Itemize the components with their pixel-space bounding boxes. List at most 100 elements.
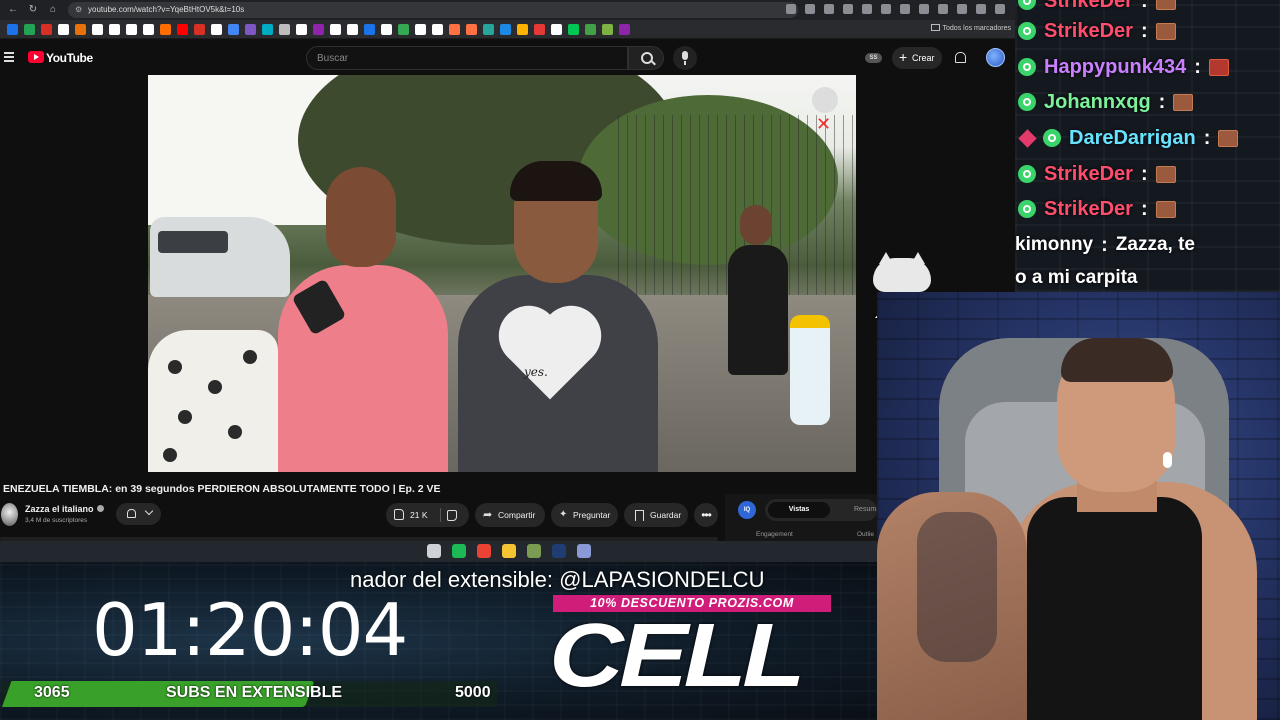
search-button[interactable] [628,46,664,70]
bookmark-icon[interactable] [500,24,511,35]
voice-search-button[interactable] [673,46,697,70]
bookmark-icon[interactable] [143,24,154,35]
chat-username[interactable]: StrikeDer [1044,163,1133,186]
spotify-app-icon[interactable] [452,544,466,558]
share-button[interactable]: Compartir [475,503,545,527]
menu-icon[interactable] [957,4,967,14]
site-info-icon[interactable]: ⚙ [75,2,82,18]
channel-avatar[interactable] [1,503,18,526]
tab-vistas[interactable]: Vistas [768,502,830,518]
bookmark-icon[interactable] [483,24,494,35]
puzzle-icon[interactable] [919,4,929,14]
stream-layout: ← ↻ ⌂ ⚙ youtube.com/watch?v=YqeBtHtOV5k&… [0,0,1280,720]
channel-name-text: Zazza el italiano [25,504,94,514]
create-button[interactable]: Crear [892,46,942,69]
cast-icon[interactable] [805,4,815,14]
bookmark-icon[interactable] [585,24,596,35]
bookmark-icon[interactable] [619,24,630,35]
profile-icon[interactable] [976,4,986,14]
like-count[interactable]: 21 K [410,503,428,527]
all-bookmarks-folder[interactable]: Todos los marcadores [930,23,1011,35]
subscription-bell-button[interactable] [116,503,161,525]
channel-name[interactable]: Zazza el italiano [25,504,104,514]
hamburger-menu-icon[interactable] [4,52,14,64]
bookmark-icon[interactable] [177,24,188,35]
extension-icon[interactable] [881,4,891,14]
bookmark-icon[interactable] [126,24,137,35]
discord-app-icon[interactable] [577,544,591,558]
minecraft-app-icon[interactable] [527,544,541,558]
bookmark-icon[interactable] [602,24,613,35]
bookmark-icon[interactable] [534,24,545,35]
kebab-menu-icon[interactable] [995,4,1005,14]
bookmark-icon[interactable] [551,24,562,35]
bookmark-icon[interactable] [245,24,256,35]
bookmark-icon[interactable] [279,24,290,35]
photoshop-app-icon[interactable] [552,544,566,558]
extension-icon[interactable] [843,4,853,14]
ss-badge[interactable]: SS [865,53,882,63]
chat-username[interactable]: DareDarrigan [1069,127,1196,150]
extension-icon[interactable] [862,4,872,14]
bookmark-icon[interactable] [330,24,341,35]
outlier-label: Outlie [857,531,874,538]
video-player[interactable]: yes. ✕ [148,75,856,472]
bookmark-icon[interactable] [92,24,103,35]
bookmark-icon[interactable] [568,24,579,35]
bookmark-icon[interactable] [449,24,460,35]
home-icon[interactable]: ⌂ [46,3,60,17]
chat-username[interactable]: Happypunk434 [1044,56,1186,79]
more-actions-button[interactable]: ••• [694,503,718,527]
bookmark-icon[interactable] [517,24,528,35]
save-button[interactable]: Guardar [624,503,688,527]
chat-username[interactable]: StrikeDer [1044,20,1133,43]
bookmark-icon[interactable] [466,24,477,35]
extension-icon[interactable] [900,4,910,14]
star-icon[interactable] [824,4,834,14]
reload-icon[interactable]: ↻ [26,3,40,17]
chat-username[interactable]: StrikeDer [1044,0,1133,13]
folder-app-icon[interactable] [502,544,516,558]
back-icon[interactable]: ← [6,3,20,17]
url-bar[interactable]: ⚙ youtube.com/watch?v=YqeBtHtOV5k&t=10s [68,2,798,18]
bookmark-icon[interactable] [347,24,358,35]
bookmark-icon[interactable] [381,24,392,35]
chat-username[interactable]: Johannxqg [1044,91,1151,114]
youtube-logo-text[interactable]: YouTube [46,51,93,65]
bookmark-icon[interactable] [262,24,273,35]
ask-button[interactable]: Preguntar [551,503,618,527]
tab-resumen[interactable]: Resum [854,502,876,518]
bookmark-icon[interactable] [58,24,69,35]
bookmark-icon[interactable] [109,24,120,35]
chrome-app-icon[interactable] [477,544,491,558]
bookmark-icon[interactable] [75,24,86,35]
chat-badge-icon [1043,129,1061,147]
bookmark-icon[interactable] [194,24,205,35]
search-input[interactable] [307,47,627,69]
search-field[interactable] [306,46,628,70]
download-icon[interactable] [938,4,948,14]
bookmark-icon[interactable] [228,24,239,35]
bookmark-icon[interactable] [296,24,307,35]
account-avatar[interactable] [986,48,1005,67]
shirt-text: yes. [524,365,548,379]
bookmark-icon[interactable] [211,24,222,35]
chat-badge-icon [1018,58,1036,76]
bookmark-icon[interactable] [7,24,18,35]
bookmark-icon[interactable] [41,24,52,35]
bookmark-icon[interactable] [160,24,171,35]
bookmark-icon[interactable] [398,24,409,35]
zoom-icon[interactable] [786,4,796,14]
chat-username[interactable]: StrikeDer [1044,198,1133,221]
analytics-logo-icon[interactable]: IQ [738,501,756,519]
bookmark-icon[interactable] [364,24,375,35]
like-icon[interactable] [394,509,404,520]
settings-app-icon[interactable] [427,544,441,558]
bookmark-icon[interactable] [24,24,35,35]
bookmark-icon[interactable] [432,24,443,35]
dislike-icon[interactable] [447,510,457,521]
notifications-bell-icon[interactable] [955,52,966,63]
bookmark-icon[interactable] [415,24,426,35]
bookmark-icon[interactable] [313,24,324,35]
youtube-logo-icon[interactable] [28,51,44,63]
